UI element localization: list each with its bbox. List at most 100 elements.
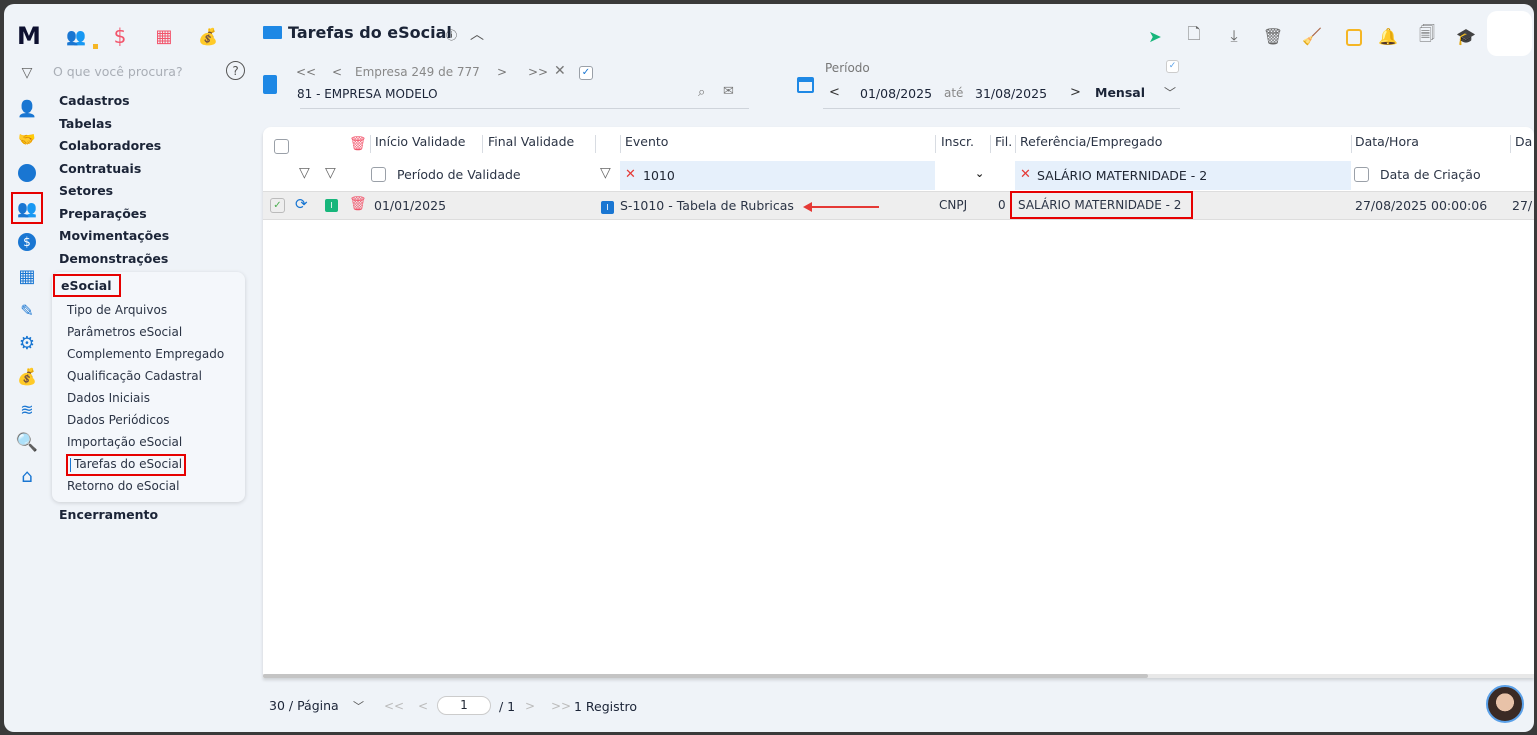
prev-page-button[interactable]: < <box>418 699 428 713</box>
header-inicio-validade[interactable]: Início Validade <box>375 134 465 149</box>
menu-setores[interactable]: Setores <box>59 183 113 198</box>
bell-icon[interactable]: 🔔 <box>1378 26 1398 46</box>
info-icon[interactable]: ⓘ <box>446 27 457 43</box>
submenu-dados-periodicos[interactable]: Dados Periódicos <box>67 413 170 427</box>
report-search-icon[interactable]: 🗐 <box>1417 24 1437 46</box>
evento-filter-input[interactable]: ✕ 1010 <box>620 161 935 190</box>
first-page-button[interactable]: << <box>384 699 404 713</box>
data-criacao-checkbox[interactable] <box>1354 167 1369 182</box>
clear-filter-icon[interactable]: ✕ <box>1020 167 1031 182</box>
prev-company-button[interactable]: < <box>332 65 342 79</box>
header-fil[interactable]: Fil. <box>995 134 1012 149</box>
per-page-chevron-icon[interactable]: ﹀ <box>353 698 364 714</box>
inscr-filter-dropdown[interactable]: ⌄ <box>975 167 984 180</box>
calculator-icon[interactable]: ▦ <box>154 26 174 47</box>
date-from-field[interactable]: 01/08/2025 <box>860 86 932 101</box>
document-icon[interactable]: 🗋 <box>1184 24 1204 46</box>
submenu-retorno[interactable]: Retorno do eSocial <box>67 479 179 493</box>
first-company-button[interactable]: << <box>296 65 316 79</box>
next-period-button[interactable]: > <box>1070 85 1081 100</box>
clear-filter-icon[interactable]: ✕ <box>625 167 636 182</box>
header-data-hora[interactable]: Data/Hora <box>1355 134 1419 149</box>
graduation-cap-icon[interactable]: 🎓 <box>1456 26 1476 46</box>
note-icon[interactable] <box>1346 29 1362 46</box>
menu-encerramento[interactable]: Encerramento <box>59 507 158 522</box>
prev-period-button[interactable]: < <box>829 85 840 100</box>
trash-icon[interactable]: 🗑 <box>1263 26 1283 46</box>
last-company-button[interactable]: >> <box>528 65 548 79</box>
next-company-button[interactable]: > <box>497 65 507 79</box>
send-icon[interactable]: ➤ <box>1145 26 1165 46</box>
download-icon[interactable]: ⤓ <box>1224 26 1244 46</box>
user-avatar-slot[interactable] <box>1487 11 1532 56</box>
submenu-qualificacao[interactable]: Qualificação Cadastral <box>67 369 202 383</box>
assistant-avatar[interactable] <box>1486 685 1524 723</box>
mail-icon[interactable]: ✉ <box>723 84 734 99</box>
app-logo[interactable]: M <box>17 22 41 50</box>
handshake-icon[interactable]: 🤝 <box>17 130 37 150</box>
header-inscr[interactable]: Inscr. <box>941 134 974 149</box>
money-bag-icon[interactable]: 💰 <box>198 26 218 46</box>
last-page-button[interactable]: >> <box>551 699 571 713</box>
menu-esocial[interactable]: eSocial <box>61 278 111 293</box>
submenu-importacao[interactable]: Importação eSocial <box>67 435 182 449</box>
period-checkbox[interactable]: ✓ <box>1166 60 1179 73</box>
submenu-dados-iniciais[interactable]: Dados Iniciais <box>67 391 150 405</box>
calculator-blue-icon[interactable]: ▦ <box>17 266 37 287</box>
company-checkbox[interactable]: ✓ <box>579 66 593 80</box>
collapse-chevron-icon[interactable]: ︿ <box>470 24 484 44</box>
filter-icon[interactable]: ▽ <box>325 165 336 181</box>
menu-contratuais[interactable]: Contratuais <box>59 161 141 176</box>
clock-icon[interactable] <box>17 163 37 183</box>
money-bag-blue-icon[interactable]: 💰 <box>17 366 37 386</box>
dollar-icon[interactable]: $ <box>110 24 130 48</box>
submenu-parametros[interactable]: Parâmetros eSocial <box>67 325 182 339</box>
menu-movimentacoes[interactable]: Movimentações <box>59 228 169 243</box>
select-all-checkbox[interactable] <box>274 139 289 154</box>
gear-icon[interactable]: ⚙ <box>17 333 37 354</box>
menu-preparacoes[interactable]: Preparações <box>59 206 147 221</box>
page-input[interactable]: 1 <box>437 696 491 715</box>
clear-company-icon[interactable]: ✕ <box>554 63 566 79</box>
menu-tabelas[interactable]: Tabelas <box>59 116 112 131</box>
home-icon[interactable]: ⌂ <box>17 466 37 487</box>
periodo-validade-checkbox[interactable] <box>371 167 386 182</box>
header-da[interactable]: Da <box>1515 134 1532 149</box>
row-checkbox[interactable]: ✓ <box>270 198 285 213</box>
menu-colaboradores[interactable]: Colaboradores <box>59 138 161 153</box>
broom-icon[interactable]: 🧹 <box>1302 26 1322 46</box>
filter-icon[interactable]: ▽ <box>600 165 611 181</box>
people-icon[interactable]: 👥 <box>17 198 37 218</box>
filter-icon[interactable]: ▽ <box>299 165 310 181</box>
team-icon[interactable]: 👥 <box>66 26 86 46</box>
header-referencia[interactable]: Referência/Empregado <box>1020 134 1162 149</box>
horizontal-scrollbar[interactable] <box>263 674 1534 678</box>
scrollbar-thumb[interactable] <box>263 674 1148 678</box>
next-page-button[interactable]: > <box>525 699 535 713</box>
submenu-tarefas[interactable]: Tarefas do eSocial <box>74 457 182 471</box>
header-trash-icon[interactable]: 🗑 <box>349 136 367 152</box>
menu-demonstracoes[interactable]: Demonstrações <box>59 251 168 266</box>
company-search-icon[interactable]: ⌕ <box>698 85 705 100</box>
dollar-circle-icon[interactable]: $ <box>17 232 37 252</box>
header-evento[interactable]: Evento <box>625 134 668 149</box>
header-final-validade[interactable]: Final Validade <box>488 134 574 149</box>
submenu-tipo-arquivos[interactable]: Tipo de Arquivos <box>67 303 167 317</box>
cadastro-user-icon[interactable]: 👤 <box>17 98 37 118</box>
period-type-select[interactable]: Mensal <box>1095 85 1145 100</box>
search-icon[interactable]: 🔍 <box>16 432 38 453</box>
date-to-field[interactable]: 31/08/2025 <box>975 86 1047 101</box>
filter-icon[interactable]: ▽ <box>17 63 37 83</box>
row-trash-icon[interactable]: 🗑 <box>349 196 367 212</box>
help-icon[interactable]: ? <box>226 61 245 80</box>
layers-icon[interactable]: ≋ <box>17 399 37 419</box>
table-row[interactable]: ✓ ⟳ I 🗑 01/01/2025 I S-1010 - Tabela de … <box>263 191 1534 220</box>
menu-search-input[interactable]: O que você procura? <box>53 64 183 79</box>
ref-filter-input[interactable]: ✕ SALÁRIO MATERNIDADE - 2 <box>1015 161 1351 190</box>
tool-icon[interactable]: ✎ <box>17 300 37 320</box>
sync-icon[interactable]: ⟳ <box>295 195 308 213</box>
per-page-select[interactable]: 30 / Página <box>269 698 339 713</box>
period-type-chevron-icon[interactable]: ﹀ <box>1164 84 1176 101</box>
submenu-complemento[interactable]: Complemento Empregado <box>67 347 224 361</box>
company-field[interactable]: 81 - EMPRESA MODELO <box>297 87 438 101</box>
